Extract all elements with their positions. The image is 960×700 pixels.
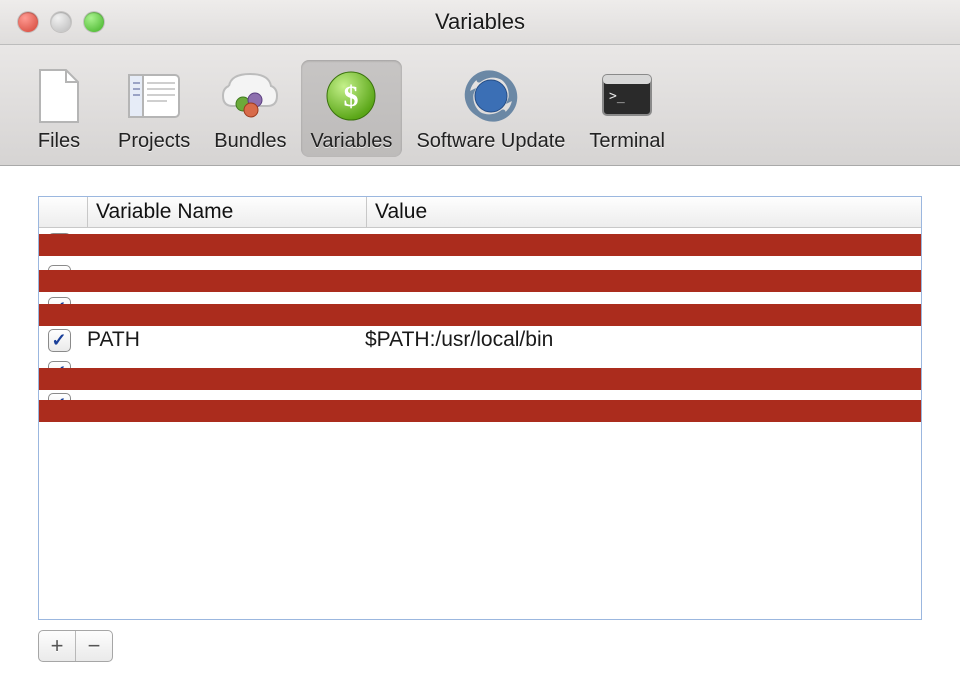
toolbar-item-variables[interactable]: $ Variables <box>301 60 403 157</box>
toolbar-item-terminal[interactable]: >_ Terminal <box>579 60 675 157</box>
toolbar-item-label: Bundles <box>214 130 286 153</box>
window-title: Variables <box>0 9 960 35</box>
column-header-name[interactable]: Variable Name <box>87 197 366 227</box>
zoom-window-button[interactable] <box>84 12 104 32</box>
add-variable-button[interactable]: + <box>39 631 75 661</box>
table-header: Variable Name Value <box>39 197 921 228</box>
toolbar-item-files[interactable]: Files <box>14 60 104 157</box>
traffic-lights <box>18 12 104 32</box>
svg-text:>_: >_ <box>609 89 625 104</box>
toolbar-item-label: Software Update <box>416 130 565 153</box>
svg-text:$: $ <box>344 80 359 113</box>
column-header-enabled[interactable] <box>39 197 87 227</box>
column-header-value[interactable]: Value <box>366 197 921 227</box>
redaction-bar <box>38 368 922 390</box>
toolbar-item-label: Terminal <box>589 130 665 153</box>
close-window-button[interactable] <box>18 12 38 32</box>
titlebar: Variables <box>0 0 960 45</box>
toolbar-item-projects[interactable]: Projects <box>108 60 200 157</box>
toolbar-item-label: Files <box>38 130 80 153</box>
bundles-icon <box>220 66 280 126</box>
toolbar: Files Projects <box>0 45 960 166</box>
row-value[interactable]: $PATH:/usr/local/bin <box>357 328 921 352</box>
redaction-bar <box>38 234 922 256</box>
software-update-icon <box>461 66 521 126</box>
preferences-window: Variables Files <box>0 0 960 700</box>
toolbar-item-label: Variables <box>311 130 393 153</box>
redaction-bar <box>38 400 922 422</box>
content-area: Variable Name Value <box>0 166 960 676</box>
redaction-bar <box>38 270 922 292</box>
file-icon <box>29 66 89 126</box>
variables-icon: $ <box>321 66 381 126</box>
toolbar-item-software-update[interactable]: Software Update <box>406 60 575 157</box>
projects-icon <box>124 66 184 126</box>
minimize-window-button[interactable] <box>51 12 71 32</box>
toolbar-item-label: Projects <box>118 130 190 153</box>
terminal-icon: >_ <box>597 66 657 126</box>
table-body: PATH $PATH:/usr/local/bin <box>39 228 921 420</box>
variables-table[interactable]: Variable Name Value <box>38 196 922 620</box>
add-remove-control: + − <box>38 630 113 662</box>
row-checkbox[interactable] <box>48 329 71 352</box>
redaction-bar <box>38 304 922 326</box>
row-name[interactable]: PATH <box>79 328 357 352</box>
toolbar-item-bundles[interactable]: Bundles <box>204 60 296 157</box>
table-row[interactable]: PATH $PATH:/usr/local/bin <box>39 324 921 356</box>
remove-variable-button[interactable]: − <box>75 631 112 661</box>
